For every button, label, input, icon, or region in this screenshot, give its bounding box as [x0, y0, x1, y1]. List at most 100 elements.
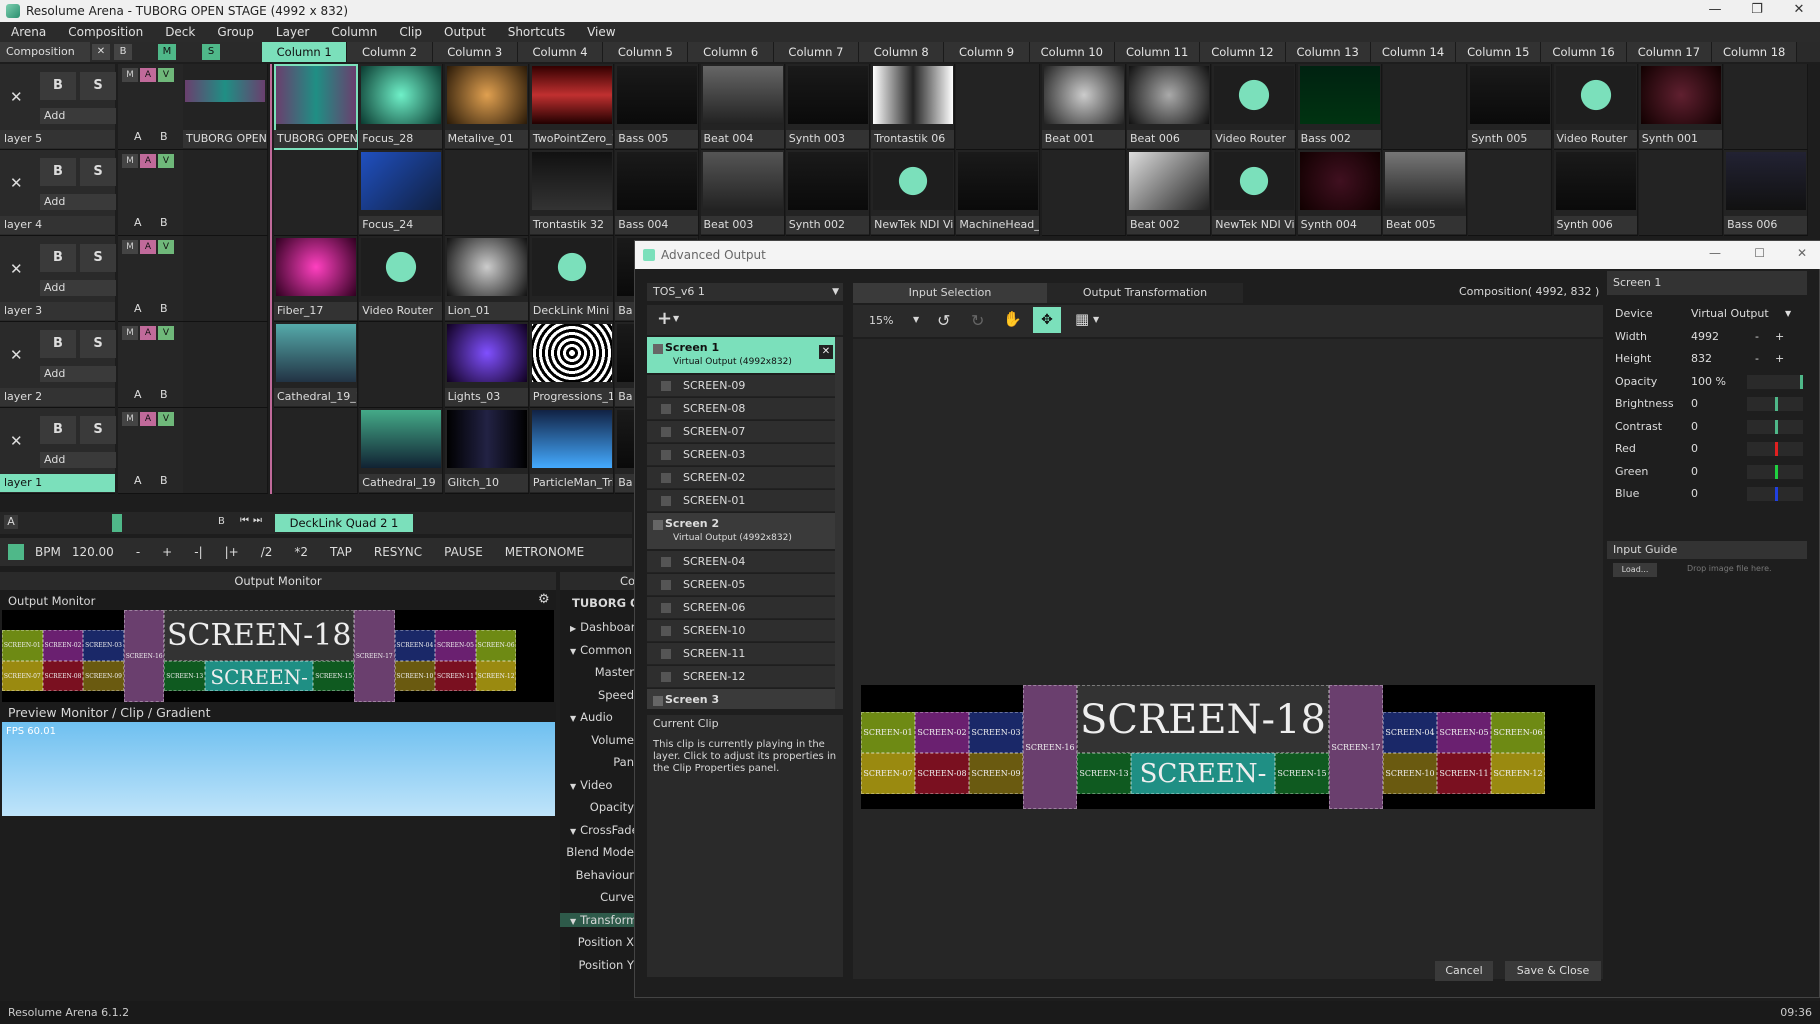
column-tab-3[interactable]: Column 3	[432, 42, 518, 62]
prop-value[interactable]: 0	[1691, 393, 1698, 415]
layer-video-button[interactable]: V	[158, 68, 174, 82]
layer-deck-a-button[interactable]: A	[134, 302, 142, 315]
clip-slot[interactable]: Synth 006	[1553, 150, 1638, 236]
slice-checkbox[interactable]	[661, 496, 671, 506]
panel-param-master[interactable]: Master	[595, 665, 634, 679]
adv-maximize-button[interactable]: ☐	[1754, 246, 1765, 260]
prop-slider[interactable]	[1747, 419, 1803, 434]
slice-item[interactable]: SCREEN-10	[647, 620, 837, 642]
screen-slice-editor[interactable]: SCREEN-13	[1077, 753, 1131, 795]
panel-group-transform[interactable]: ▼ Transform	[560, 912, 634, 927]
menu-arena[interactable]: Arena	[0, 25, 57, 39]
cancel-button[interactable]: Cancel	[1435, 961, 1493, 981]
screen-slice-monitor[interactable]: SCREEN-11	[435, 660, 476, 691]
clip-slot[interactable]: Progressions_14	[529, 322, 614, 408]
tab-input-selection[interactable]: Input Selection	[853, 283, 1047, 303]
column-tab-12[interactable]: Column 12	[1200, 42, 1286, 62]
clip-slot[interactable]: Video Router	[1553, 64, 1638, 150]
screen-slice-editor[interactable]: SCREEN-08	[915, 753, 969, 795]
clip-slot[interactable]: NewTek NDI Video	[871, 150, 956, 236]
layer-bypass-button[interactable]: B	[40, 72, 76, 100]
slice-item[interactable]: SCREEN-04	[647, 551, 837, 573]
clip-slot[interactable]: Cathedral_19_1	[274, 322, 358, 408]
panel-param-pan[interactable]: Pan	[613, 755, 634, 769]
screen-enable-checkbox[interactable]	[653, 520, 663, 530]
layer-name[interactable]: layer 5	[0, 130, 115, 148]
screen-slice-monitor[interactable]: SCREEN-16	[123, 610, 165, 702]
screen-slice-monitor[interactable]: SCREEN-07	[2, 660, 43, 691]
panel-group-dashboard[interactable]: ▶Dashboard	[570, 620, 634, 634]
clip-slot[interactable]	[1468, 150, 1553, 236]
slice-item[interactable]: SCREEN-11	[647, 643, 837, 665]
menu-deck[interactable]: Deck	[154, 25, 206, 39]
screen-slice-editor[interactable]: SCREEN-16	[1023, 685, 1077, 809]
slice-item[interactable]: SCREEN-06	[647, 597, 837, 619]
prop-value[interactable]: 4992	[1691, 326, 1719, 348]
clip-slot[interactable]: Beat 006	[1127, 64, 1211, 150]
decrement-button[interactable]: -	[1755, 326, 1759, 348]
layer-video-button[interactable]: V	[158, 412, 174, 426]
layer-add-effect-select[interactable]: Add	[40, 452, 116, 468]
screen-slice-editor[interactable]: SCREEN-17	[1329, 685, 1383, 809]
layer-deck-b-button[interactable]: B	[160, 474, 168, 487]
layer-audio-button[interactable]: A	[140, 154, 156, 168]
slider-handle[interactable]	[1775, 442, 1778, 456]
decrement-button[interactable]: -	[1755, 348, 1759, 370]
deck-next-icon[interactable]: ⏭	[253, 515, 262, 526]
layer-bypass-button[interactable]: B	[40, 158, 76, 186]
screen-slice-monitor[interactable]: SCREEN-13	[164, 660, 206, 691]
adv-close-button[interactable]: ✕	[1797, 246, 1807, 260]
clip-slot[interactable]: Lights_03	[444, 322, 529, 408]
screen-list-scrollbar[interactable]	[835, 337, 843, 709]
maximize-button[interactable]: ❐	[1736, 0, 1778, 22]
resync-button[interactable]: RESYNC	[363, 545, 433, 559]
layer-preview-clip[interactable]	[183, 236, 268, 322]
clip-slot[interactable]: Lion_01	[444, 236, 529, 322]
layer-deck-a-button[interactable]: A	[134, 130, 142, 143]
layer-preview-clip[interactable]	[183, 408, 268, 494]
prop-value[interactable]: 0	[1691, 438, 1698, 460]
menu-column[interactable]: Column	[320, 25, 388, 39]
prop-value[interactable]: 100 %	[1691, 371, 1726, 393]
layer-add-effect-select[interactable]: Add	[40, 108, 116, 124]
menu-group[interactable]: Group	[206, 25, 265, 39]
layer-deck-a-button[interactable]: A	[134, 216, 142, 229]
redo-icon[interactable]: ↻	[971, 311, 984, 330]
column-tab-2[interactable]: Column 2	[347, 42, 433, 62]
layer-mute-button[interactable]: M	[122, 412, 138, 426]
clip-slot[interactable]: Video Router	[359, 236, 444, 322]
composition-bypass-button[interactable]: B	[114, 44, 132, 60]
clip-slot[interactable]: Synth 003	[785, 64, 870, 150]
panel-param-opacity[interactable]: Opacity	[590, 800, 634, 814]
panel-param-curve[interactable]: Curve	[600, 890, 634, 904]
layer-audio-button[interactable]: A	[140, 412, 156, 426]
screen-slice-editor[interactable]: SCREEN-15	[1275, 753, 1329, 795]
composition-clear-button[interactable]: ✕	[92, 44, 110, 60]
tab-output-transformation[interactable]: Output Transformation	[1047, 283, 1243, 303]
clear-layer-icon[interactable]: ✕	[10, 88, 23, 106]
layer-name[interactable]: layer 3	[0, 302, 115, 320]
slider-handle[interactable]	[1775, 419, 1778, 434]
screen-slice-monitor[interactable]: SCREEN-06	[475, 630, 517, 661]
deck-a-button[interactable]: A	[4, 515, 18, 529]
opacity-slider[interactable]	[1747, 374, 1803, 389]
layer-solo-button[interactable]: S	[80, 244, 116, 272]
screen-slice-monitor[interactable]: SCREEN-03	[83, 630, 124, 661]
layer-add-effect-select[interactable]: Add	[40, 366, 116, 382]
preview-monitor-view[interactable]: FPS 60.01	[2, 722, 555, 816]
layer-preview-clip[interactable]: TUBORG OPEN S...	[183, 64, 268, 150]
layer-deck-a-button[interactable]: A	[134, 388, 142, 401]
layer-solo-button[interactable]: S	[80, 72, 116, 100]
clip-slot[interactable]: TUBORG OPEN S...	[274, 64, 358, 150]
slice-checkbox[interactable]	[661, 580, 671, 590]
screen-slice-editor[interactable]: SCREEN-09	[969, 753, 1023, 795]
clip-slot[interactable]: DeckLink Mini Re...	[529, 236, 614, 322]
column-tab-4[interactable]: Column 4	[517, 42, 604, 62]
deck-b-button[interactable]: B	[218, 516, 225, 527]
crossfader-handle[interactable]	[112, 514, 122, 532]
menu-output[interactable]: Output	[433, 25, 497, 39]
column-tab-6[interactable]: Column 6	[688, 42, 774, 62]
clip-slot[interactable]: Focus_28	[359, 64, 444, 150]
clip-slot[interactable]	[956, 64, 1041, 150]
clip-slot[interactable]: Beat 001	[1041, 64, 1126, 150]
